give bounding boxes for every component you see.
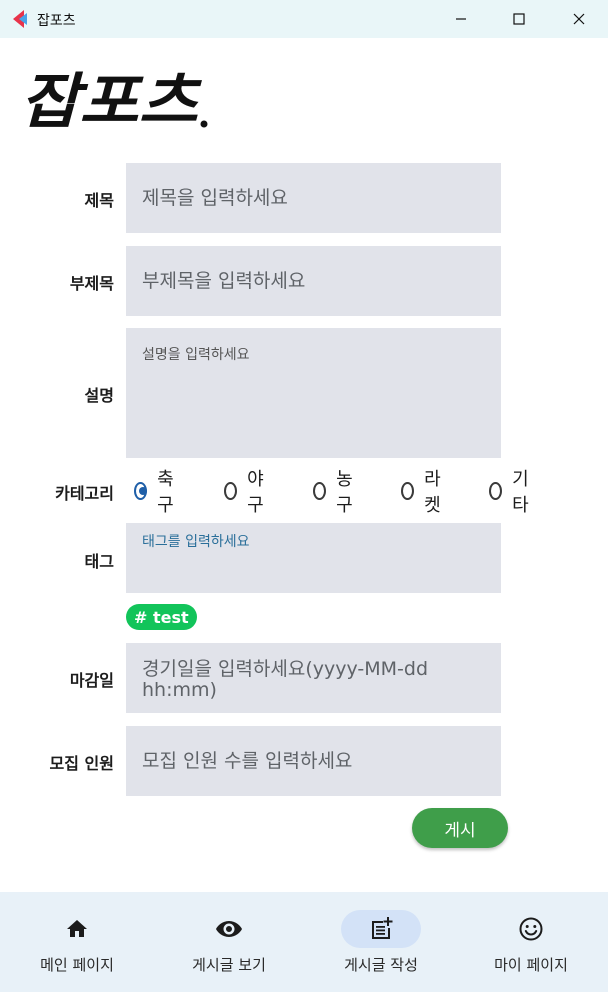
category-radio-racket[interactable]: 라켓 bbox=[401, 469, 446, 516]
nav-label: 게시글 작성 bbox=[344, 956, 418, 974]
submit-button[interactable]: 게시 bbox=[412, 808, 508, 848]
eye-icon bbox=[216, 921, 242, 937]
category-option-label: 기타 bbox=[512, 469, 529, 516]
description-label: 설명 bbox=[84, 386, 114, 405]
nav-label: 게시글 보기 bbox=[192, 956, 266, 974]
category-option-label: 야구 bbox=[247, 469, 264, 516]
subtitle-label: 부제목 bbox=[69, 274, 114, 293]
nav-label: 마이 페이지 bbox=[494, 956, 568, 974]
nav-item-my-page[interactable]: 마이 페이지 bbox=[455, 892, 607, 992]
deadline-input[interactable] bbox=[126, 643, 501, 713]
minimize-icon bbox=[456, 18, 466, 20]
nav-label: 메인 페이지 bbox=[40, 956, 114, 974]
app-icon bbox=[13, 10, 27, 28]
recruit-input[interactable] bbox=[126, 726, 501, 796]
category-option-label: 라켓 bbox=[424, 469, 441, 516]
tag-chip[interactable]: # test bbox=[126, 604, 197, 630]
nav-item-main[interactable]: 메인 페이지 bbox=[1, 892, 153, 992]
minimize-button[interactable] bbox=[432, 0, 490, 38]
close-icon bbox=[573, 13, 585, 25]
recruit-label: 모집 인원 bbox=[49, 754, 114, 773]
radio-unselected-icon bbox=[224, 482, 238, 500]
category-option-label: 농구 bbox=[336, 469, 353, 516]
nav-item-write-post[interactable]: 게시글 작성 bbox=[305, 892, 457, 992]
title-input[interactable] bbox=[126, 163, 501, 233]
category-radio-soccer[interactable]: 축구 bbox=[134, 469, 179, 516]
post-add-icon bbox=[372, 917, 393, 939]
close-button[interactable] bbox=[550, 0, 608, 38]
maximize-button[interactable] bbox=[490, 0, 548, 38]
nav-icon-container-active bbox=[341, 910, 421, 948]
app-logo: 잡포츠 bbox=[20, 67, 208, 132]
nav-item-view-posts[interactable]: 게시글 보기 bbox=[153, 892, 305, 992]
bottom-navigation: 메인 페이지 게시글 보기 게시글 작성 마이 페이지 bbox=[0, 892, 608, 992]
category-radio-other[interactable]: 기타 bbox=[489, 469, 534, 516]
category-label: 카테고리 bbox=[55, 484, 114, 503]
category-radio-basketball[interactable]: 농구 bbox=[313, 469, 358, 516]
category-radio-baseball[interactable]: 야구 bbox=[224, 469, 269, 516]
logo-text: 잡포츠 bbox=[20, 67, 202, 132]
subtitle-input[interactable] bbox=[126, 246, 501, 316]
nav-icon-container bbox=[189, 910, 269, 948]
maximize-icon bbox=[513, 13, 525, 25]
tag-input[interactable] bbox=[126, 523, 501, 593]
title-label: 제목 bbox=[84, 191, 114, 210]
description-input[interactable] bbox=[126, 328, 501, 458]
home-icon bbox=[67, 920, 87, 937]
nav-icon-container bbox=[491, 910, 571, 948]
radio-unselected-icon bbox=[401, 482, 415, 500]
category-option-label: 축구 bbox=[157, 469, 174, 516]
nav-icon-container bbox=[37, 910, 117, 948]
radio-unselected-icon bbox=[313, 482, 327, 500]
title-bar: 잡포츠 bbox=[0, 0, 608, 38]
radio-selected-icon bbox=[134, 482, 148, 500]
radio-unselected-icon bbox=[489, 482, 503, 500]
deadline-label: 마감일 bbox=[69, 671, 114, 690]
window-title: 잡포츠 bbox=[37, 13, 76, 29]
smiley-icon bbox=[519, 917, 543, 941]
tag-label: 태그 bbox=[84, 552, 114, 571]
